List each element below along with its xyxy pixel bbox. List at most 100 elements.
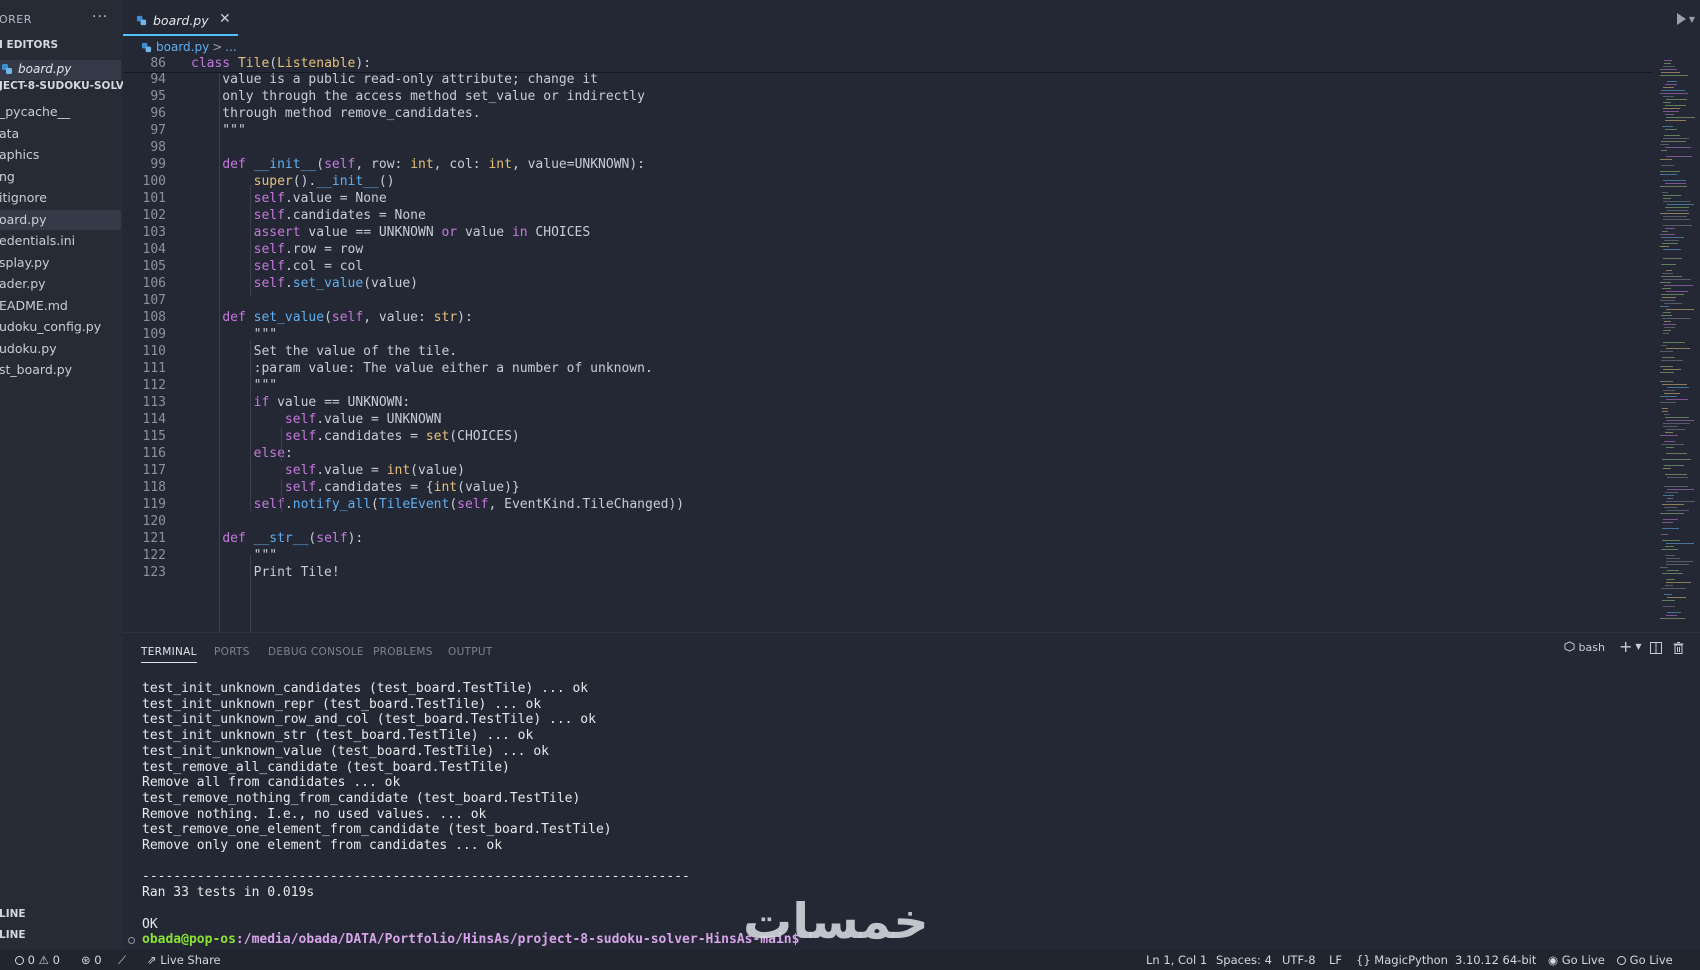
- minimap-line: [1660, 246, 1669, 247]
- minimap-line: [1664, 465, 1684, 466]
- code-row[interactable]: 94 value is a public read-only attribute…: [123, 71, 1653, 89]
- timeline-section[interactable]: LINE: [0, 929, 26, 941]
- chevron-down-icon[interactable]: ▼: [1689, 15, 1695, 24]
- code-row[interactable]: 99 def __init__(self, row: int, col: int…: [123, 156, 1653, 174]
- split-terminal-button[interactable]: [1650, 642, 1662, 657]
- python-interpreter[interactable]: 3.10.12 64-bit: [1455, 953, 1536, 967]
- code-row[interactable]: 119 self.notify_all(TileEvent(self, Even…: [123, 496, 1653, 514]
- minimap[interactable]: [1660, 60, 1696, 630]
- tab-output[interactable]: OUTPUT: [448, 646, 493, 658]
- minimap-line: [1666, 579, 1675, 580]
- code-row[interactable]: 111 :param value: The value either a num…: [123, 360, 1653, 378]
- minimap-line: [1664, 63, 1671, 64]
- ports-count: 0: [94, 953, 102, 967]
- code-row[interactable]: 121 def __str__(self):: [123, 530, 1653, 548]
- code-row[interactable]: 115 self.candidates = set(CHOICES): [123, 428, 1653, 446]
- code-row[interactable]: 97 """: [123, 122, 1653, 140]
- remote-sync-icon[interactable]: ⟋: [118, 953, 126, 968]
- eol-status[interactable]: LF: [1329, 953, 1342, 967]
- tab-problems[interactable]: PROBLEMS: [373, 646, 433, 658]
- minimap-line: [1665, 474, 1687, 475]
- file-tree-item[interactable]: oard.py: [0, 209, 121, 230]
- code-row[interactable]: 122 """: [123, 547, 1653, 565]
- code-row[interactable]: 100 super().__init__(): [123, 173, 1653, 191]
- code-row[interactable]: 108 def set_value(self, value: str):: [123, 309, 1653, 327]
- ellipsis-icon[interactable]: ···: [92, 9, 108, 25]
- open-editors-section[interactable]: I EDITORS: [0, 39, 58, 51]
- file-tree-item[interactable]: EADME.md: [0, 296, 121, 316]
- file-tree-item[interactable]: edentials.ini: [0, 231, 121, 251]
- file-tree-item[interactable]: splay.py: [0, 253, 121, 273]
- code-row[interactable]: 114 self.value = UNKNOWN: [123, 411, 1653, 429]
- minimap-line: [1666, 501, 1695, 502]
- file-tree-item[interactable]: itignore: [0, 188, 121, 208]
- code-row[interactable]: 101 self.value = None: [123, 190, 1653, 208]
- file-tree-item[interactable]: udoku_config.py: [0, 317, 121, 337]
- code-row[interactable]: 120: [123, 513, 1653, 531]
- file-tree-item[interactable]: ng: [0, 167, 121, 187]
- tab-terminal[interactable]: TERMINAL: [141, 646, 197, 663]
- breadcrumb-file[interactable]: board.py: [156, 40, 209, 54]
- code-row[interactable]: 107: [123, 292, 1653, 310]
- file-tree-item[interactable]: ata: [0, 124, 121, 144]
- line-number: 116: [142, 446, 166, 461]
- code-row[interactable]: 105 self.col = col: [123, 258, 1653, 276]
- encoding-status[interactable]: UTF-8: [1282, 953, 1316, 967]
- line-number: 102: [142, 208, 166, 223]
- kill-terminal-button[interactable]: [1673, 642, 1684, 657]
- open-editor-item[interactable]: board.py: [0, 60, 121, 80]
- code-row[interactable]: 110 Set the value of the tile.: [123, 343, 1653, 361]
- indent-guide: [281, 478, 282, 512]
- sticky-scroll-line[interactable]: 86 class Tile(Listenable):: [123, 55, 1653, 73]
- code-row[interactable]: 117 self.value = int(value): [123, 462, 1653, 480]
- cursor-position[interactable]: Ln 1, Col 1: [1146, 953, 1207, 967]
- tab-debug-console[interactable]: DEBUG CONSOLE: [268, 646, 364, 658]
- file-tree-item[interactable]: aphics: [0, 145, 121, 165]
- language-mode[interactable]: {} MagicPython: [1356, 953, 1448, 967]
- code-row[interactable]: 95 only through the access method set_va…: [123, 88, 1653, 106]
- code-row[interactable]: 123 Print Tile!: [123, 564, 1653, 582]
- code-row[interactable]: 103 assert value == UNKNOWN or value in …: [123, 224, 1653, 242]
- tab-board-py[interactable]: board.py ✕: [123, 5, 238, 36]
- broadcast-icon: ◉: [1548, 953, 1559, 967]
- minimap-line: [1663, 180, 1686, 181]
- minimap-line: [1665, 432, 1673, 433]
- code-row[interactable]: 106 self.set_value(value): [123, 275, 1653, 293]
- minimap-line: [1666, 429, 1685, 430]
- code-row[interactable]: 118 self.candidates = {int(value)}: [123, 479, 1653, 497]
- go-live-button[interactable]: ◉ Go Live: [1548, 953, 1605, 967]
- file-tree-item[interactable]: st_board.py: [0, 360, 121, 380]
- minimap-line: [1663, 198, 1671, 199]
- live-share-button[interactable]: ⇗ Live Share: [147, 953, 221, 967]
- outline-section[interactable]: LINE: [0, 908, 26, 920]
- code-row[interactable]: 112 """: [123, 377, 1653, 395]
- code-row[interactable]: 96 through method remove_candidates.: [123, 105, 1653, 123]
- code-line: self.col = col: [253, 259, 364, 274]
- python-file-icon: [136, 15, 147, 26]
- code-row[interactable]: 113 if value == UNKNOWN:: [123, 394, 1653, 412]
- minimap-line: [1663, 390, 1675, 391]
- chevron-down-icon[interactable]: ▼: [1635, 642, 1641, 651]
- go-live-button-2[interactable]: Go Live: [1617, 953, 1673, 967]
- code-row[interactable]: 98: [123, 139, 1653, 157]
- command-decoration-icon[interactable]: [128, 937, 135, 945]
- file-tree-item[interactable]: _pycache__: [0, 102, 121, 122]
- code-editor[interactable]: 86 class Tile(Listenable): 94 value is a …: [123, 55, 1653, 632]
- close-icon[interactable]: ✕: [219, 11, 231, 27]
- ports-status[interactable]: ⊛ 0: [81, 953, 102, 967]
- minimap-line: [1666, 558, 1680, 559]
- code-row[interactable]: 102 self.candidates = None: [123, 207, 1653, 225]
- file-tree-item[interactable]: udoku.py: [0, 339, 121, 359]
- tab-ports[interactable]: PORTS: [214, 646, 250, 658]
- file-tree-item[interactable]: ader.py: [0, 274, 121, 294]
- code-row[interactable]: 104 self.row = row: [123, 241, 1653, 259]
- terminal-shell-selector[interactable]: bash: [1564, 641, 1605, 654]
- problems-status[interactable]: 0 ⚠ 0: [15, 953, 60, 967]
- indentation-status[interactable]: Spaces: 4: [1216, 953, 1272, 967]
- breadcrumb-symbol[interactable]: ...: [225, 40, 236, 54]
- run-button[interactable]: ▼: [1676, 12, 1695, 25]
- code-row[interactable]: 109 """: [123, 326, 1653, 344]
- code-row[interactable]: 116 else:: [123, 445, 1653, 463]
- add-terminal-button[interactable]: + ▼: [1619, 637, 1642, 656]
- project-folder-header[interactable]: JECT-8-SUDOKU-SOLVER...: [0, 80, 123, 92]
